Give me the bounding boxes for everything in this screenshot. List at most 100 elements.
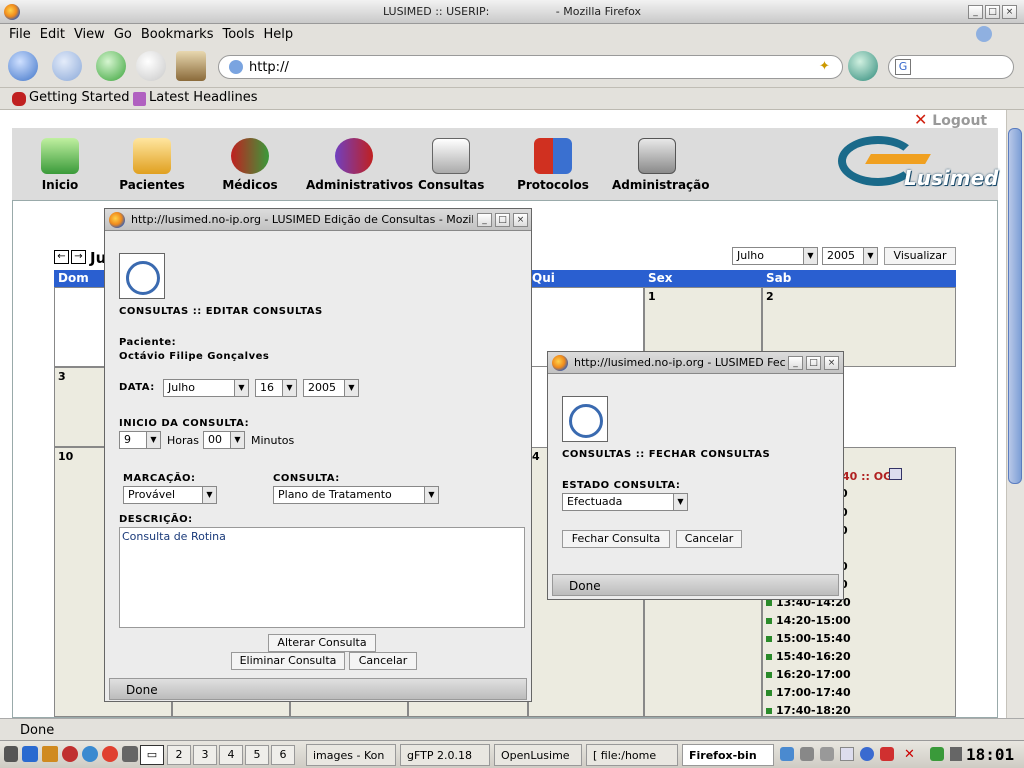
task-button[interactable]: OpenLusime <box>494 744 582 766</box>
maximize-icon[interactable]: □ <box>495 213 510 227</box>
time-slot[interactable]: 17:00-17:40 <box>766 686 851 699</box>
url-bar[interactable]: http:// ✦ <box>218 55 843 79</box>
nav-protocolos[interactable]: Protocolos <box>516 138 590 192</box>
search-box[interactable]: G <box>888 55 1014 79</box>
chevron-down-icon: ▼ <box>344 380 358 396</box>
forward-icon[interactable] <box>52 51 82 81</box>
task-button[interactable]: images - Kon <box>306 744 396 766</box>
desktop-switch[interactable]: 6 <box>271 745 295 765</box>
bookmark-getting-started[interactable]: Getting Started <box>29 90 130 105</box>
nav-pacientes[interactable]: Pacientes <box>116 138 188 192</box>
time-slot[interactable]: 15:40-16:20 <box>766 650 851 663</box>
tray-icon[interactable] <box>800 747 814 761</box>
clock: 18:01 <box>966 745 1015 764</box>
menu-file[interactable]: File <box>9 27 31 42</box>
scrollbar-thumb[interactable] <box>1008 128 1022 484</box>
minimize-icon[interactable]: _ <box>788 356 803 370</box>
descricao-textarea[interactable]: Consulta de Rotina <box>119 527 525 628</box>
logout-link[interactable]: ✕ Logout <box>914 110 987 129</box>
minimize-icon[interactable]: _ <box>968 5 983 19</box>
tray-icon[interactable] <box>820 747 834 761</box>
visualizar-button[interactable]: Visualizar <box>884 247 956 265</box>
bookmarks-toolbar: Getting Started Latest Headlines <box>0 88 1024 110</box>
tray-icon[interactable] <box>860 747 874 761</box>
header-qui: Qui <box>528 270 644 287</box>
close-icon[interactable]: × <box>513 213 528 227</box>
next-month-icon[interactable]: → <box>71 250 86 264</box>
volume-icon[interactable] <box>950 747 962 761</box>
consulta-select[interactable]: Plano de Tratamento ▼ <box>273 486 439 504</box>
go-icon[interactable] <box>848 51 878 81</box>
task-button[interactable]: gFTP 2.0.18 <box>400 744 490 766</box>
tray-icon[interactable] <box>880 747 894 761</box>
date-label: DATA: <box>119 382 155 393</box>
task-button-active[interactable]: Firefox-bin <box>682 744 774 766</box>
date-year-select[interactable]: 2005 ▼ <box>303 379 359 397</box>
state-select[interactable]: Efectuada ▼ <box>562 493 688 511</box>
time-slot[interactable]: 16:20-17:00 <box>766 668 851 681</box>
menu-edit[interactable]: Edit <box>40 27 65 42</box>
network-disconnected-icon[interactable]: ✕ <box>904 747 926 762</box>
app-icon[interactable] <box>62 746 78 762</box>
popup-statusbar: Done <box>109 678 527 700</box>
tray-icon[interactable] <box>780 747 794 761</box>
edit-consultation-window: http://lusimed.no-ip.org - LUSIMED Ediçã… <box>104 208 532 702</box>
app-launcher-icon[interactable] <box>4 746 18 762</box>
desktop-switch[interactable]: 3 <box>193 745 217 765</box>
chevron-down-icon: ▼ <box>863 248 877 264</box>
date-day-select[interactable]: 16 ▼ <box>255 379 297 397</box>
marcacao-select[interactable]: Provável ▼ <box>123 486 217 504</box>
appointment-edit-icon[interactable] <box>889 468 902 480</box>
menu-help[interactable]: Help <box>264 27 294 42</box>
appointment-entry[interactable]: 40 :: OG <box>842 470 892 483</box>
fechar-consulta-button[interactable]: Fechar Consulta <box>562 530 670 548</box>
desktop-switch[interactable]: 2 <box>167 745 191 765</box>
tray-icon[interactable] <box>930 747 944 761</box>
maximize-icon[interactable]: □ <box>985 5 1000 19</box>
help-icon[interactable] <box>102 746 118 762</box>
menu-bookmarks[interactable]: Bookmarks <box>141 27 214 42</box>
month-select[interactable]: Julho ▼ <box>732 247 818 265</box>
prev-month-icon[interactable]: ← <box>54 250 69 264</box>
time-slot[interactable]: 17:40-18:20 <box>766 704 851 717</box>
close-icon[interactable]: × <box>1002 5 1017 19</box>
bookmark-latest-headlines[interactable]: Latest Headlines <box>149 90 258 105</box>
year-select[interactable]: 2005 ▼ <box>822 247 878 265</box>
nav-consultas[interactable]: Consultas <box>418 138 484 192</box>
time-slot[interactable]: 14:20-15:00 <box>766 614 851 627</box>
date-month-select[interactable]: Julho ▼ <box>163 379 249 397</box>
desktop-switch[interactable]: 4 <box>219 745 243 765</box>
maximize-icon[interactable]: □ <box>806 356 821 370</box>
time-slot[interactable]: 15:00-15:40 <box>766 632 851 645</box>
back-icon[interactable] <box>8 51 38 81</box>
hour-select[interactable]: 9 ▼ <box>119 431 161 449</box>
alterar-consulta-button[interactable]: Alterar Consulta <box>268 634 376 652</box>
cancel-button[interactable]: Cancelar <box>349 652 417 670</box>
cancel-button[interactable]: Cancelar <box>676 530 742 548</box>
app-icon[interactable] <box>122 746 138 762</box>
minimize-icon[interactable]: _ <box>477 213 492 227</box>
home-icon[interactable] <box>176 51 206 81</box>
eliminar-consulta-button[interactable]: Eliminar Consulta <box>231 652 345 670</box>
menu-tools[interactable]: Tools <box>222 27 254 42</box>
desktop-1-icon[interactable]: ▭ <box>140 745 164 765</box>
tray-icon[interactable] <box>840 747 854 761</box>
app-icon[interactable] <box>82 746 98 762</box>
url-text: http:// <box>249 60 289 75</box>
nav-inicio[interactable]: Inicio <box>30 138 90 192</box>
menu-go[interactable]: Go <box>114 27 132 42</box>
desktop-switch[interactable]: 5 <box>245 745 269 765</box>
minute-select[interactable]: 00 ▼ <box>203 431 245 449</box>
chevron-down-icon: ▼ <box>424 487 438 503</box>
close-icon[interactable]: × <box>824 356 839 370</box>
nav-administracao[interactable]: Administração <box>612 138 710 192</box>
home-folder-icon[interactable] <box>42 746 58 762</box>
menu-view[interactable]: View <box>74 27 105 42</box>
nav-medicos[interactable]: Médicos <box>218 138 282 192</box>
task-button[interactable]: [ file:/home <box>586 744 678 766</box>
nav-administrativos[interactable]: Administrativos <box>306 138 413 192</box>
page-title: CONSULTAS :: FECHAR CONSULTAS <box>562 449 771 460</box>
stop-icon[interactable] <box>136 51 166 81</box>
terminal-icon[interactable] <box>22 746 38 762</box>
reload-icon[interactable] <box>96 51 126 81</box>
